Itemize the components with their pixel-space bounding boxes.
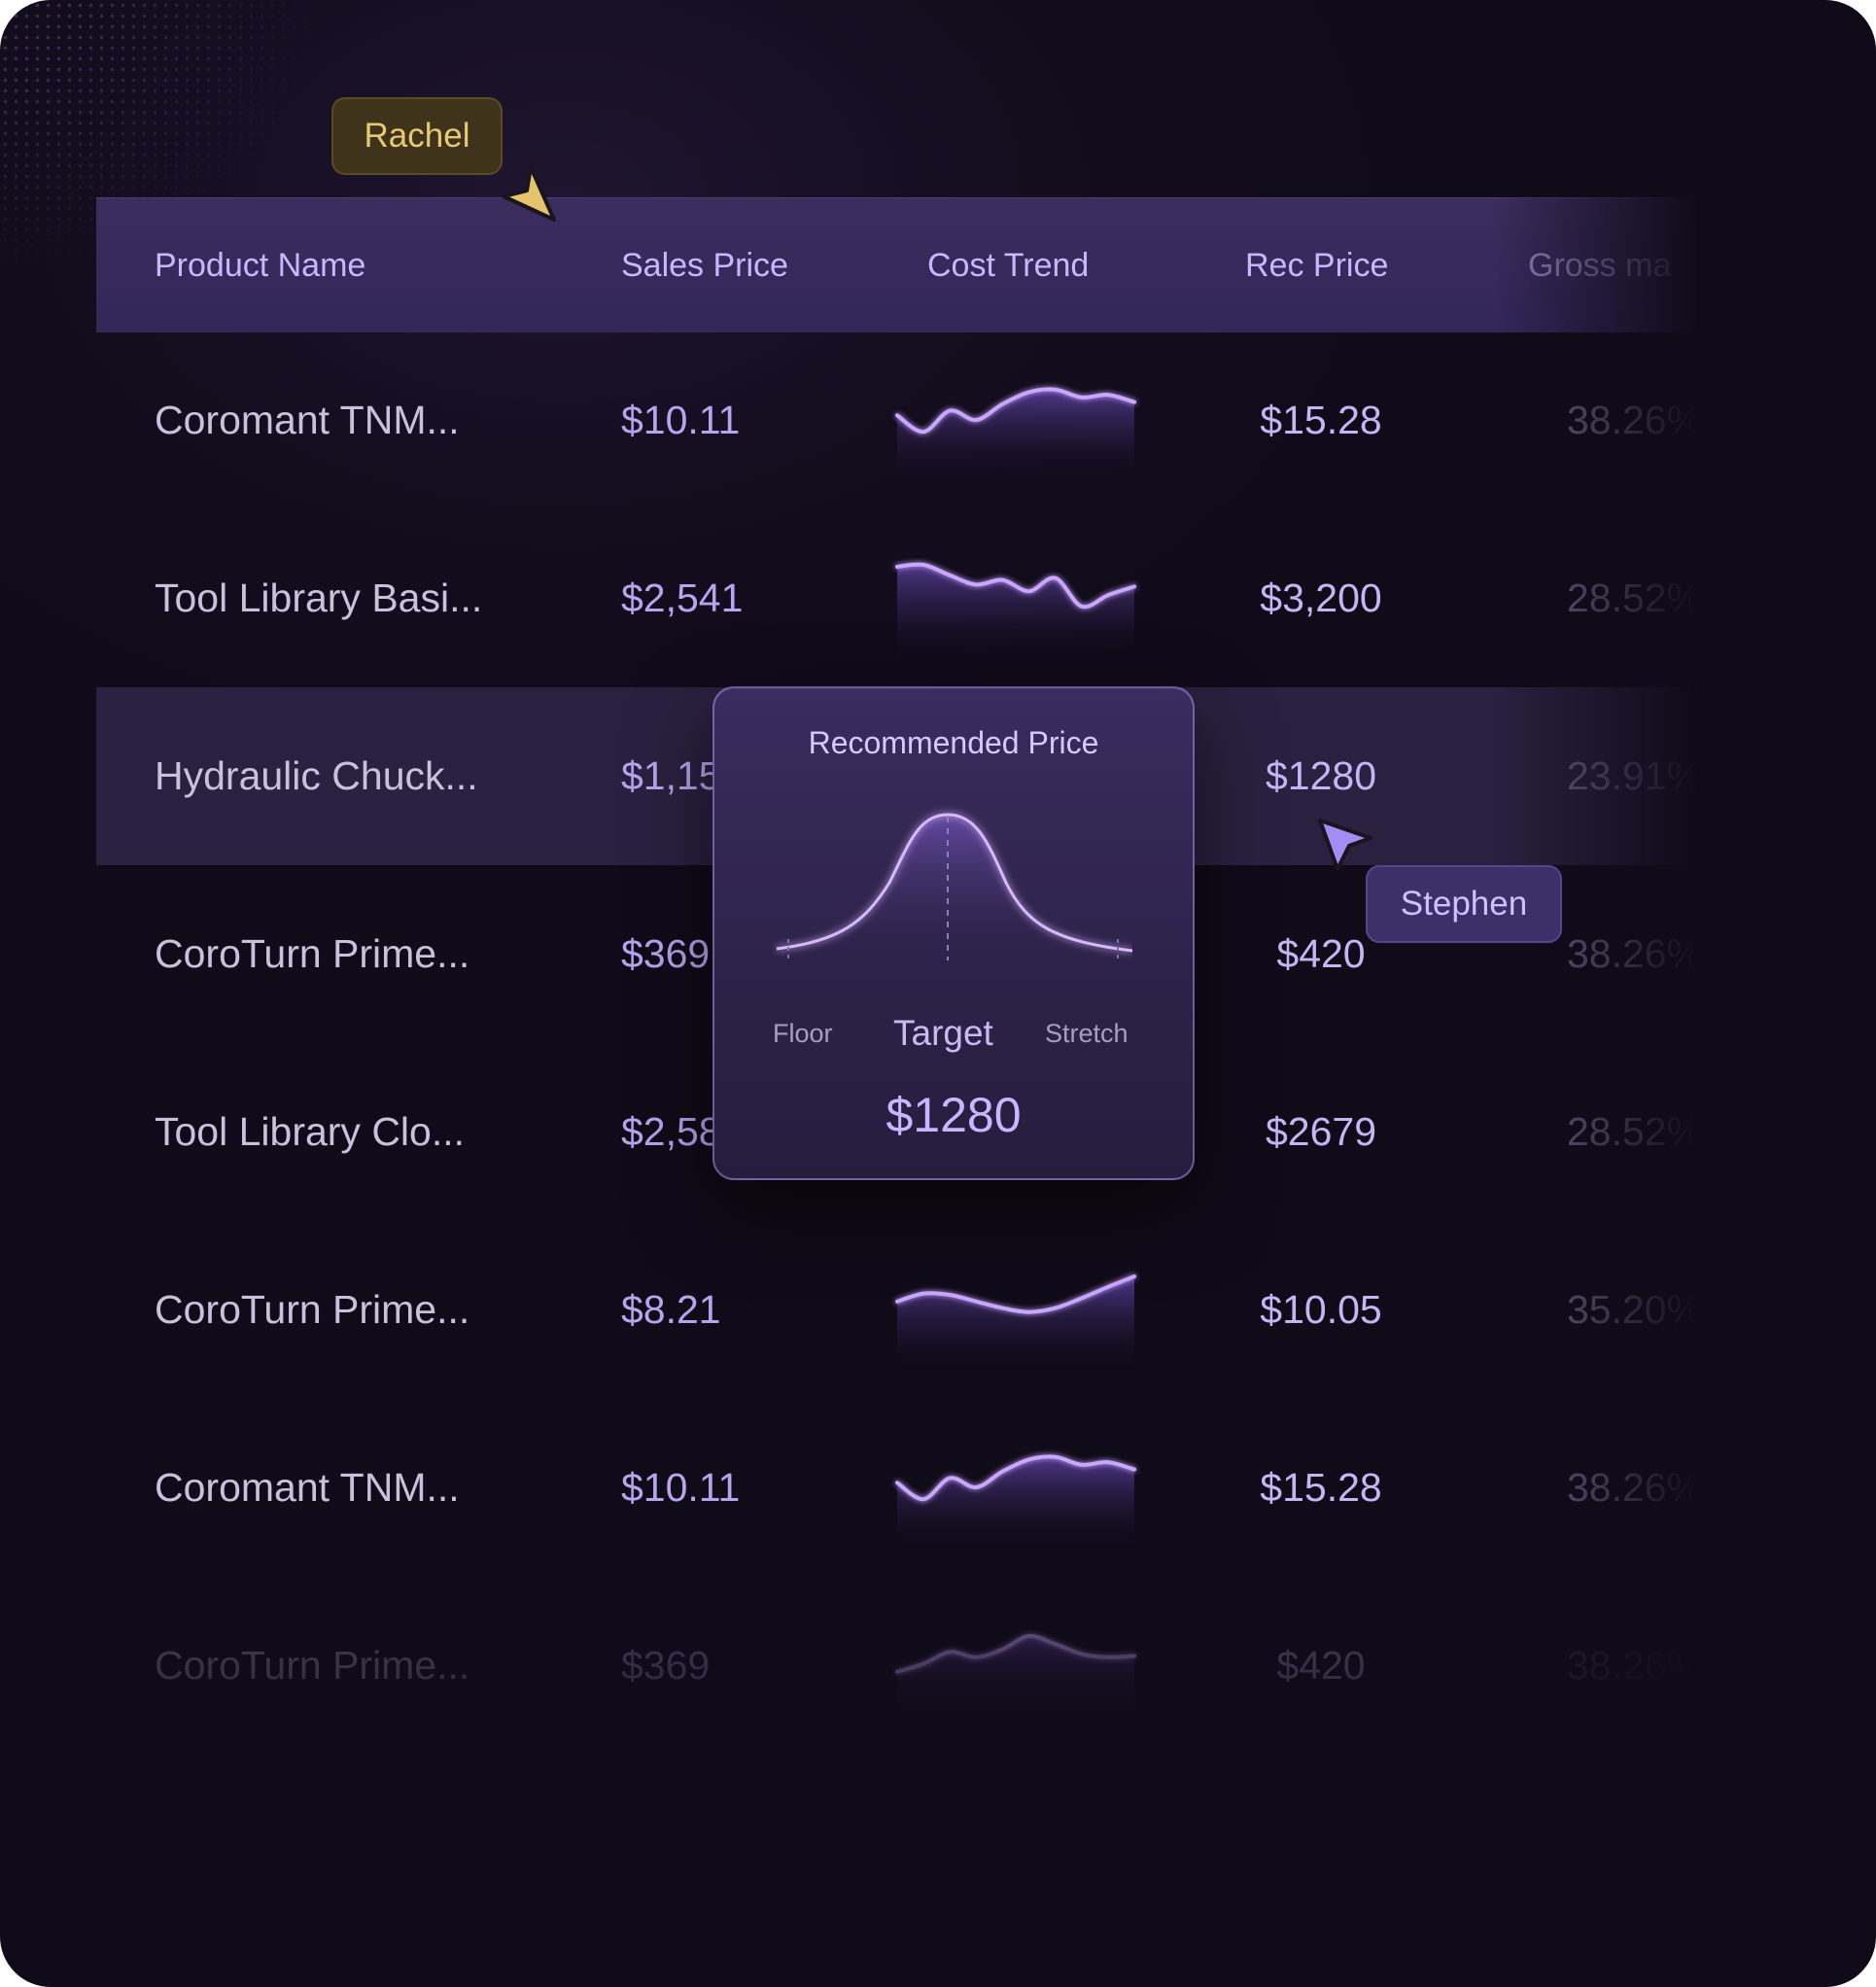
sales-price-cell: $2,58 — [621, 1109, 721, 1154]
gross-margin-cell: 38.26% — [1567, 1643, 1700, 1688]
gross-margin-cell: 28.52% — [1567, 1109, 1700, 1154]
product-name-cell: Coromant TNM... — [155, 1465, 460, 1510]
gross-margin-cell: 28.52% — [1567, 575, 1700, 620]
gross-margin-cell: 35.20% — [1567, 1287, 1700, 1332]
sales-price-cell: $2,541 — [621, 575, 744, 620]
sparkline-area — [897, 564, 1134, 659]
popover-title: Recommended Price — [808, 725, 1099, 760]
gross-margin-cell: 38.26% — [1567, 398, 1700, 442]
rec-price-cell: $3,200 — [1260, 575, 1382, 620]
price-distribution-curve — [776, 813, 1132, 960]
product-name-cell: CoroTurn Prime... — [155, 931, 470, 976]
product-name-cell: CoroTurn Prime... — [155, 1643, 470, 1688]
cost-trend-sparkline — [895, 1454, 1136, 1549]
floor-label: Floor — [773, 1019, 833, 1048]
sparkline-area — [897, 389, 1134, 481]
gross-margin-cell: 38.26% — [1567, 1465, 1700, 1510]
recommended-price-popover[interactable]: Recommended Price Floor Target Stretch $… — [712, 686, 1195, 1180]
table-header: Product Name Sales Price Cost Trend Rec … — [96, 197, 1700, 332]
product-name-cell: Hydraulic Chuck... — [155, 753, 478, 798]
table-row[interactable]: Coromant TNM... $10.11 $15.28 38.26% — [96, 331, 1700, 509]
recommended-price-value: $1280 — [886, 1088, 1022, 1142]
rec-price-cell: $2679 — [1265, 1109, 1376, 1154]
table-row[interactable]: CoroTurn Prime... $369 $420 38.26% — [96, 1577, 1700, 1755]
cursor-arrow-icon — [502, 165, 556, 222]
sparkline-area — [897, 1635, 1134, 1726]
app-card: Product Name Sales Price Cost Trend Rec … — [0, 0, 1876, 1987]
column-header-product-name[interactable]: Product Name — [155, 198, 365, 332]
gross-margin-cell: 38.26% — [1567, 931, 1700, 976]
product-name-cell: Tool Library Clo... — [155, 1109, 466, 1154]
table-row[interactable]: CoroTurn Prime... $8.21 $10.05 35.20% — [96, 1221, 1700, 1399]
cost-trend-sparkline — [895, 1274, 1136, 1371]
sales-price-cell: $10.11 — [621, 1465, 741, 1510]
sales-price-cell: $8.21 — [621, 1287, 721, 1332]
target-label: Target — [893, 1013, 993, 1053]
column-header-gross-margin[interactable]: Gross ma — [1528, 198, 1671, 332]
sales-price-cell: $369 — [621, 931, 711, 976]
rec-price-cell: $10.05 — [1260, 1287, 1382, 1332]
table-row[interactable]: Coromant TNM... $10.11 $15.28 38.26% — [96, 1399, 1700, 1577]
product-name-cell: CoroTurn Prime... — [155, 1287, 470, 1332]
cost-trend-sparkline — [895, 387, 1136, 481]
rec-price-cell: $15.28 — [1260, 398, 1382, 442]
sales-price-cell: $1,15 — [621, 753, 721, 798]
product-name-cell: Tool Library Basi... — [155, 575, 483, 620]
sales-price-cell: $10.11 — [621, 398, 741, 442]
sales-price-cell: $369 — [621, 1643, 711, 1688]
rec-price-cell: $15.28 — [1260, 1465, 1382, 1510]
column-header-cost-trend[interactable]: Cost Trend — [927, 198, 1089, 332]
cost-trend-sparkline — [895, 1633, 1136, 1726]
product-name-cell: Coromant TNM... — [155, 398, 460, 442]
table-row[interactable]: Tool Library Basi... $2,541 $3,200 28.52… — [96, 509, 1700, 687]
cost-trend-sparkline — [895, 562, 1136, 659]
sparkline-area — [897, 1456, 1134, 1549]
gross-margin-cell: 23.91% — [1567, 753, 1700, 798]
column-header-sales-price[interactable]: Sales Price — [621, 198, 788, 332]
collaborator-tag-rachel: Rachel — [331, 97, 503, 175]
stretch-label: Stretch — [1045, 1019, 1129, 1048]
rec-price-cell: $420 — [1276, 1643, 1366, 1688]
collaborator-tag-stephen: Stephen — [1366, 865, 1562, 943]
column-header-rec-price[interactable]: Rec Price — [1245, 198, 1388, 332]
